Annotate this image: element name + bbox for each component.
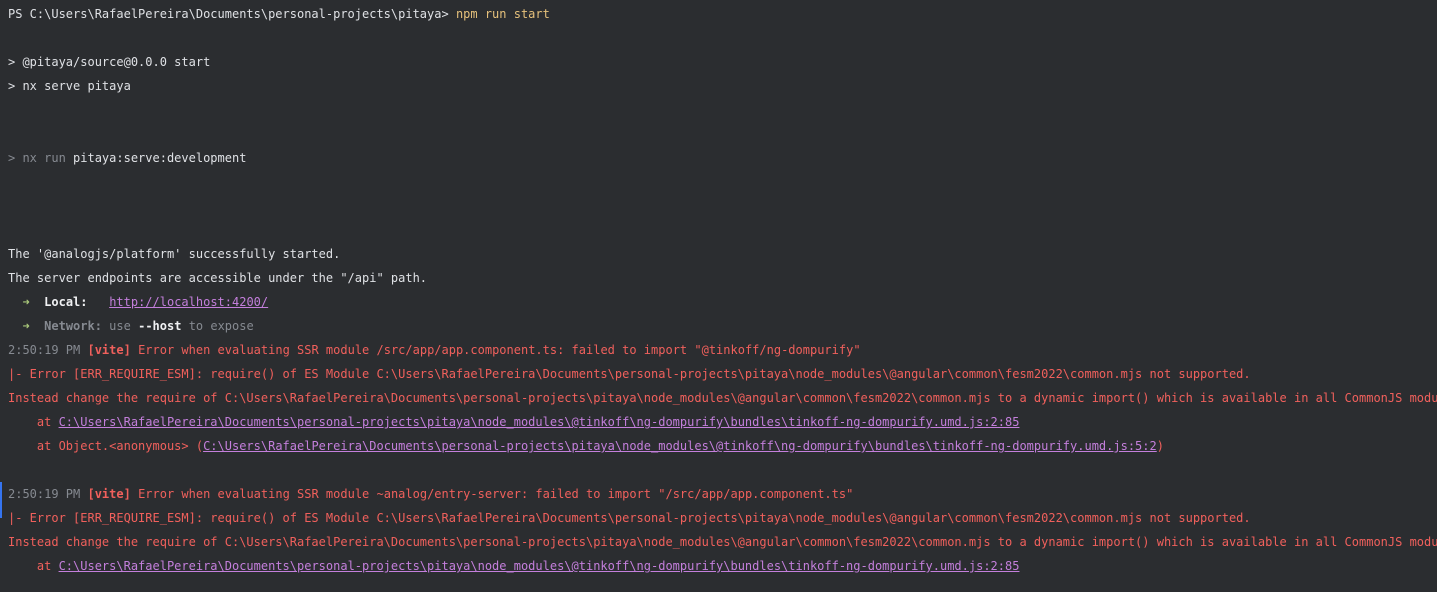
error1-instead-line: Instead change the require of C:\Users\R…: [8, 391, 1437, 405]
error1-stack-frame-2: at Object.<anonymous> (C:\Users\RafaelPe…: [8, 439, 1164, 453]
nx-run-target: pitaya:serve:development: [73, 151, 247, 165]
error1-require-esm-line: |- Error [ERR_REQUIRE_ESM]: require() of…: [8, 367, 1251, 381]
prompt-command: npm run start: [455, 7, 550, 21]
error1-vite-tag: [vite]: [87, 343, 131, 357]
platform-started-line: The '@analogjs/platform' successfully st…: [8, 247, 341, 261]
script-source-line: > @pitaya/source@0.0.0 start: [8, 55, 211, 69]
error2-instead-line: Instead change the require of C:\Users\R…: [8, 535, 1437, 549]
error2-require-esm-line: |- Error [ERR_REQUIRE_ESM]: require() of…: [8, 511, 1251, 525]
local-url-line: ➜ Local: http://localhost:4200/: [8, 290, 268, 314]
error1-stack-link-1[interactable]: C:\Users\RafaelPereira\Documents\persona…: [59, 415, 1020, 429]
error2-stack-link-1[interactable]: C:\Users\RafaelPereira\Documents\persona…: [59, 559, 1020, 573]
error1-timestamp: 2:50:19 PM: [8, 343, 81, 357]
error1-stack-link-2[interactable]: C:\Users\RafaelPereira\Documents\persona…: [203, 439, 1157, 453]
error2-message: Error when evaluating SSR module ~analog…: [138, 487, 854, 501]
arrow-icon: ➜: [22, 319, 30, 333]
nx-run-line: > nx run pitaya:serve:development: [8, 146, 246, 170]
error1-stack-frame-1: at C:\Users\RafaelPereira\Documents\pers…: [8, 415, 1020, 429]
error2-stack-frame-1: at C:\Users\RafaelPereira\Documents\pers…: [8, 559, 1020, 573]
script-nx-serve-line: > nx serve pitaya: [8, 79, 131, 93]
error2-header-line: 2:50:19 PM [vite] Error when evaluating …: [8, 482, 853, 506]
error1-message: Error when evaluating SSR module /src/ap…: [138, 343, 861, 357]
error2-vite-tag: [vite]: [87, 487, 131, 501]
network-use-text: use: [109, 319, 131, 333]
network-line: ➜ Network: use --host to expose: [8, 314, 254, 338]
command-gutter-marker: [0, 482, 2, 518]
terminal-output[interactable]: PS C:\Users\RafaelPereira\Documents\pers…: [0, 0, 1437, 592]
error2-timestamp: 2:50:19 PM: [8, 487, 81, 501]
local-url-link[interactable]: http://localhost:4200/: [109, 295, 268, 309]
arrow-icon: ➜: [22, 295, 30, 309]
network-expose-text: to expose: [188, 319, 254, 333]
local-label: Local:: [44, 295, 88, 309]
prompt-path: PS C:\Users\RafaelPereira\Documents\pers…: [8, 7, 456, 21]
nx-run-prefix: > nx run: [8, 151, 74, 165]
network-host-flag: --host: [138, 319, 182, 333]
error1-header-line: 2:50:19 PM [vite] Error when evaluating …: [8, 338, 861, 362]
prompt-line: PS C:\Users\RafaelPereira\Documents\pers…: [8, 2, 550, 26]
network-label: Network:: [44, 319, 102, 333]
api-endpoints-line: The server endpoints are accessible unde…: [8, 271, 428, 285]
